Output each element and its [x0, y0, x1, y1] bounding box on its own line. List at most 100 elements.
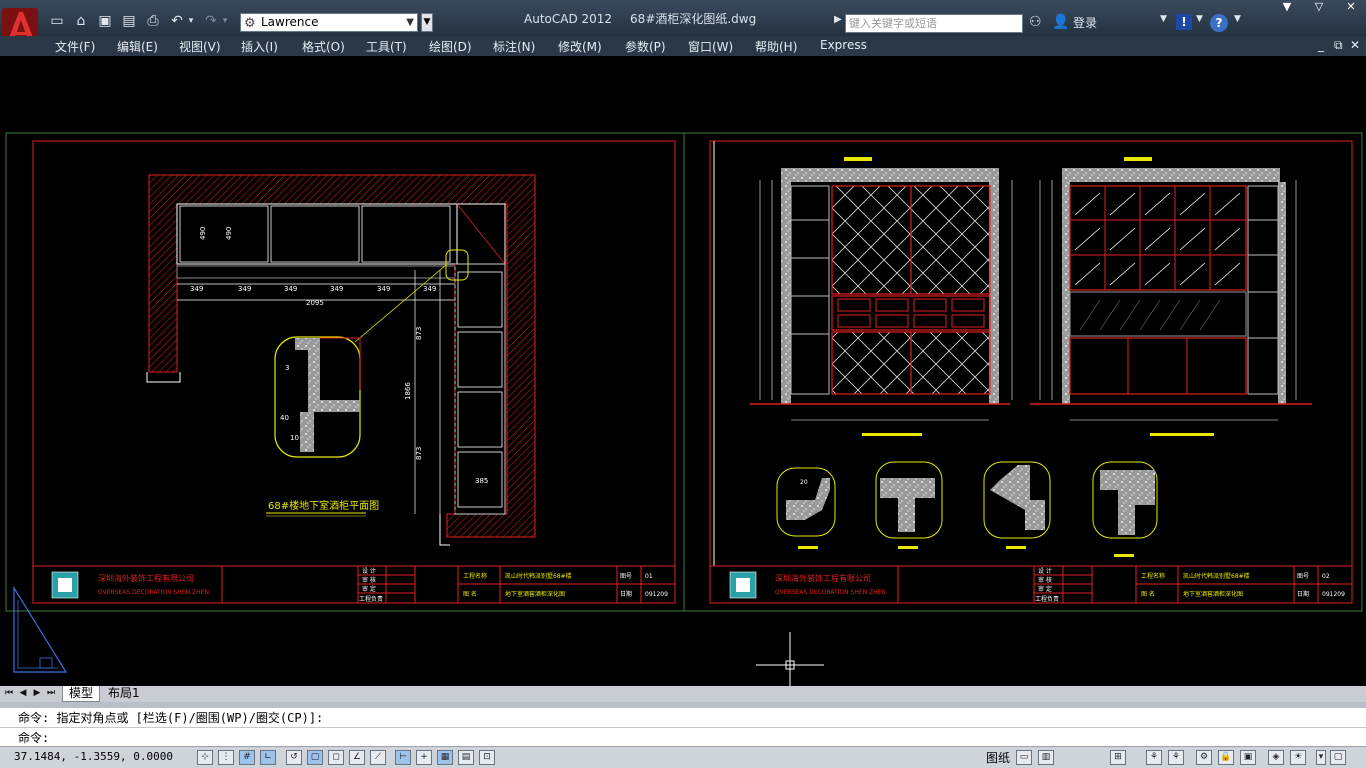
ortho-mode-icon[interactable]: ∟: [260, 750, 276, 765]
binoculars-icon[interactable]: ⚇: [1029, 14, 1042, 30]
polar-tracking-icon[interactable]: ↺: [286, 750, 302, 765]
open-file-icon[interactable]: ⌂: [72, 12, 90, 30]
workspace-switching-icon[interactable]: ⚙: [1196, 750, 1212, 765]
help-icon[interactable]: ?: [1210, 14, 1228, 32]
menu-dimension[interactable]: 标注(N): [493, 38, 535, 55]
help-dropdown-icon[interactable]: ▼: [1234, 14, 1241, 24]
role-engineer: 工程负责: [359, 595, 383, 603]
grid-display-icon[interactable]: #: [239, 750, 255, 765]
drawing-no: 01: [645, 573, 653, 580]
menu-parametric[interactable]: 参数(P): [625, 38, 666, 55]
print-icon[interactable]: ⎙: [144, 12, 162, 30]
tab-last-icon[interactable]: ⏭: [46, 687, 56, 700]
menu-help[interactable]: 帮助(H): [755, 38, 797, 55]
undo-dropdown-icon[interactable]: ▾: [186, 12, 196, 30]
menu-view[interactable]: 视图(V): [179, 38, 221, 55]
drawing-no-label: 图号: [620, 573, 632, 580]
tab-model[interactable]: 模型: [62, 686, 101, 702]
role-review: 审 核: [362, 576, 376, 584]
tab-prev-icon[interactable]: ◀: [18, 687, 28, 700]
user-icon: 👤: [1052, 14, 1070, 30]
snap-mode-icon[interactable]: ⋮: [218, 750, 234, 765]
minimize-button[interactable]: ▼: [1272, 0, 1302, 16]
role-engineer-2: 工程负责: [1035, 595, 1059, 603]
login-link[interactable]: 登录: [1073, 14, 1097, 31]
workspace-select[interactable]: ⚙ Lawrence ▼: [240, 13, 418, 32]
hardware-acceleration-icon[interactable]: ▣: [1240, 750, 1256, 765]
doc-minimize-button[interactable]: _: [1318, 38, 1324, 52]
maximize-viewport-icon[interactable]: ⊞: [1110, 750, 1126, 765]
paper-label[interactable]: 图纸: [986, 749, 1010, 766]
dim-349-c: 349: [284, 285, 297, 293]
project-label: 工程名称: [463, 572, 487, 580]
lightbulb-icon[interactable]: ☀: [1290, 750, 1306, 765]
project-name-2: 凯山时代韩派别墅68#楼: [1183, 572, 1250, 580]
menu-draw[interactable]: 绘图(D): [429, 38, 472, 55]
dim-1866: 1866: [404, 382, 412, 400]
login-dropdown-icon[interactable]: ▼: [1160, 14, 1167, 24]
drawing-no-label-2: 图号: [1297, 573, 1309, 580]
drawing-canvas[interactable]: 349 349 349 349 349 349 2095 490 490 873…: [0, 56, 1366, 686]
dim-349-d: 349: [330, 285, 343, 293]
tab-layout1[interactable]: 布局1: [102, 686, 146, 702]
clean-screen-icon[interactable]: ▢: [1330, 750, 1346, 765]
menu-format[interactable]: 格式(O): [302, 38, 345, 55]
menu-edit[interactable]: 编辑(E): [117, 38, 158, 55]
close-button[interactable]: ✕: [1336, 0, 1366, 16]
lineweight-icon[interactable]: +: [416, 750, 432, 765]
menu-window[interactable]: 窗口(W): [688, 38, 733, 55]
doc-restore-button[interactable]: ⧉: [1334, 38, 1343, 53]
save-icon[interactable]: ▣: [96, 12, 114, 30]
status-menu-icon[interactable]: ▾: [1316, 750, 1326, 765]
exchange-dropdown-icon[interactable]: ▼: [1196, 14, 1203, 24]
model-layout-icon[interactable]: ▭: [1016, 750, 1032, 765]
transparency-icon[interactable]: ▦: [437, 750, 453, 765]
date-value: 091209: [645, 591, 668, 598]
undo-icon[interactable]: ↶: [168, 12, 186, 30]
lock-icon[interactable]: 🔒: [1218, 750, 1234, 765]
command-prompt[interactable]: 命令:: [18, 729, 49, 746]
new-file-icon[interactable]: ▭: [48, 12, 66, 30]
menu-bar: 文件(F) 编辑(E) 视图(V) 插入(I) 格式(O) 工具(T) 绘图(D…: [0, 36, 1366, 56]
annotation-scale-icon[interactable]: ⚘: [1146, 750, 1162, 765]
command-window[interactable]: 命令: 指定对角点或 [栏选(F)/圈围(WP)/圈交(CP)]: 命令:: [0, 702, 1366, 746]
exchange-icon[interactable]: !: [1176, 14, 1192, 30]
redo-dropdown-icon[interactable]: ▾: [220, 12, 230, 30]
menu-file[interactable]: 文件(F): [55, 38, 95, 55]
menu-insert[interactable]: 插入(I): [241, 38, 278, 55]
plan-title: 68#楼地下室酒柜平面图: [268, 499, 379, 512]
date-value-2: 091209: [1322, 591, 1345, 598]
save-as-icon[interactable]: ▤: [120, 12, 138, 30]
3d-object-snap-icon[interactable]: ◻: [328, 750, 344, 765]
company-name-en: OVERSEAS DECORATION SHEN ZHEN: [98, 589, 209, 596]
workspace-label: Lawrence: [261, 15, 319, 29]
restore-button[interactable]: ▽: [1304, 0, 1334, 16]
infer-constraints-icon[interactable]: ⊹: [197, 750, 213, 765]
isolate-objects-icon[interactable]: ◈: [1268, 750, 1284, 765]
object-snap-icon[interactable]: ▢: [307, 750, 323, 765]
quick-view-layouts-icon[interactable]: ▥: [1038, 750, 1054, 765]
drawing-label-2: 图 名: [1141, 590, 1155, 598]
detail-dim-10: 10: [290, 434, 299, 442]
dim-2095: 2095: [306, 299, 324, 307]
tab-first-icon[interactable]: ⏮: [4, 687, 14, 700]
project-label-2: 工程名称: [1141, 572, 1165, 580]
tab-next-icon[interactable]: ▶: [32, 687, 42, 700]
drawing-no-2: 02: [1322, 573, 1330, 580]
quick-access-customize-button[interactable]: ▼: [421, 13, 433, 32]
redo-icon[interactable]: ↷: [202, 12, 220, 30]
annotation-visibility-icon[interactable]: ⚘: [1168, 750, 1184, 765]
search-expand-icon[interactable]: ▶: [834, 14, 842, 25]
quick-properties-icon[interactable]: ▤: [458, 750, 474, 765]
menu-modify[interactable]: 修改(M): [558, 38, 602, 55]
dim-873-a: 873: [415, 327, 423, 340]
search-input[interactable]: 键入关键字或短语: [845, 14, 1023, 33]
object-snap-tracking-icon[interactable]: ∠: [349, 750, 365, 765]
menu-express[interactable]: Express: [820, 38, 867, 52]
dynamic-ucs-icon[interactable]: ⟋: [370, 750, 386, 765]
coordinate-readout[interactable]: 37.1484, -1.3559, 0.0000: [14, 750, 173, 763]
menu-tools[interactable]: 工具(T): [366, 38, 407, 55]
selection-cycling-icon[interactable]: ⊡: [479, 750, 495, 765]
doc-close-button[interactable]: ✕: [1350, 38, 1360, 52]
dynamic-input-icon[interactable]: ⊢: [395, 750, 411, 765]
